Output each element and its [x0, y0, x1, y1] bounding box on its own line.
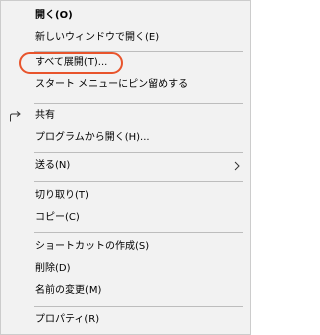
- menu-item-share-label: 共有: [35, 110, 55, 121]
- menu-item-open[interactable]: 開く(O): [1, 5, 250, 27]
- menu-item-expand-all-label: すべて展開(T)...: [35, 57, 108, 68]
- menu-item-send-to-label: 送る(N): [35, 160, 71, 171]
- menu-item-properties-label: プロパティ(R): [35, 314, 100, 325]
- menu-item-open-label: 開く(O): [35, 10, 73, 21]
- menu-item-send-to[interactable]: 送る(N): [1, 155, 250, 177]
- menu-item-open-new-window-label: 新しいウィンドウで開く(E): [35, 32, 160, 43]
- menu-item-share[interactable]: 共有: [1, 105, 250, 127]
- menu-separator: [34, 103, 243, 104]
- menu-item-rename-label: 名前の変更(M): [35, 285, 102, 296]
- menu-item-rename[interactable]: 名前の変更(M): [1, 280, 250, 302]
- menu-item-copy-label: コピー(C): [35, 212, 80, 223]
- menu-separator: [34, 152, 243, 153]
- share-icon: [10, 111, 21, 122]
- menu-separator: [34, 181, 243, 182]
- menu-item-pin-start-label: スタート メニューにピン留めする: [35, 79, 189, 90]
- menu-item-create-shortcut-label: ショートカットの作成(S): [35, 241, 150, 252]
- menu-separator: [34, 306, 243, 307]
- menu-separator: [34, 232, 243, 233]
- menu-item-open-new-window[interactable]: 新しいウィンドウで開く(E): [1, 27, 250, 49]
- menu-item-open-with-label: プログラムから開く(H)...: [35, 132, 150, 143]
- menu-item-copy[interactable]: コピー(C): [1, 207, 250, 229]
- menu-item-delete-label: 削除(D): [35, 263, 71, 274]
- chevron-right-icon: [234, 161, 240, 171]
- menu-item-cut-label: 切り取り(T): [35, 190, 89, 201]
- menu-item-pin-start[interactable]: スタート メニューにピン留めする: [1, 74, 250, 96]
- menu-item-properties[interactable]: プロパティ(R): [1, 309, 250, 331]
- menu-item-create-shortcut[interactable]: ショートカットの作成(S): [1, 236, 250, 258]
- menu-item-cut[interactable]: 切り取り(T): [1, 185, 250, 207]
- menu-item-delete[interactable]: 削除(D): [1, 258, 250, 280]
- menu-item-expand-all[interactable]: すべて展開(T)...: [1, 52, 250, 74]
- context-menu: 開く(O) 新しいウィンドウで開く(E) すべて展開(T)... スタート メニ…: [0, 0, 251, 335]
- menu-item-open-with[interactable]: プログラムから開く(H)...: [1, 127, 250, 149]
